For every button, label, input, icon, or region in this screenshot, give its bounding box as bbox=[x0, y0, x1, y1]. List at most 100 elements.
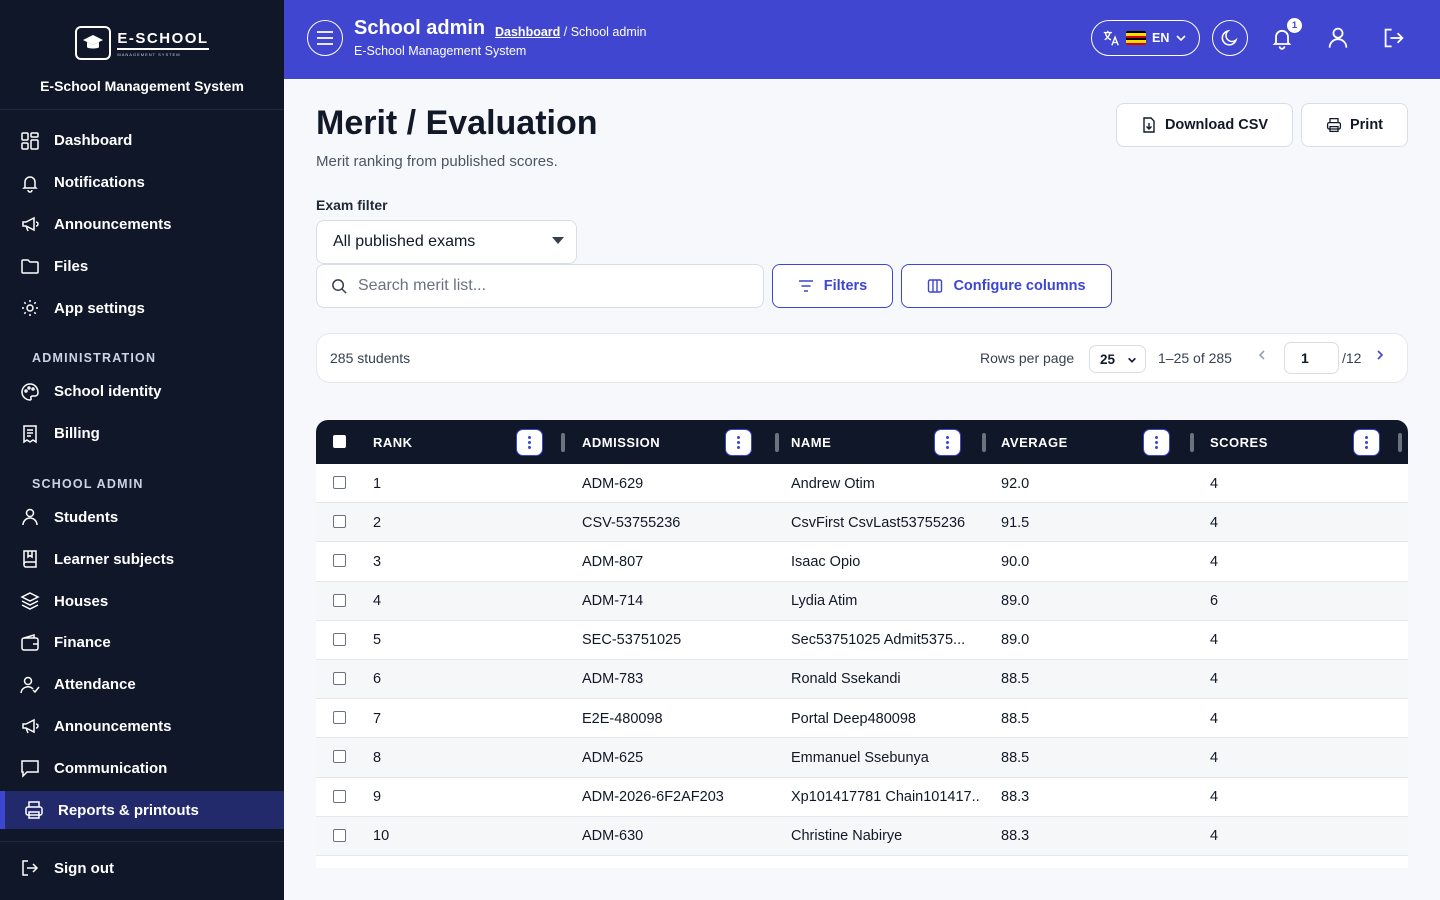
sidebar-item-label: Sign out bbox=[54, 859, 114, 877]
sidebar-item-attendance[interactable]: Attendance bbox=[0, 664, 284, 706]
cell-rank: 3 bbox=[373, 553, 382, 570]
column-header-scores[interactable]: SCORES bbox=[1210, 420, 1268, 464]
row-checkbox[interactable] bbox=[333, 711, 346, 725]
row-checkbox[interactable] bbox=[333, 671, 346, 685]
layers-icon bbox=[20, 592, 40, 610]
table-row[interactable]: 5 SEC-53751025 Sec53751025 Admit5375... 89.… bbox=[316, 621, 1408, 660]
logout-button[interactable] bbox=[1380, 24, 1408, 52]
print-button[interactable]: Print bbox=[1301, 103, 1408, 147]
moon-icon bbox=[1221, 29, 1238, 46]
column-menu-button[interactable] bbox=[1353, 429, 1380, 456]
column-menu-button[interactable] bbox=[1143, 429, 1170, 456]
row-checkbox[interactable] bbox=[333, 789, 346, 803]
menu-toggle-button[interactable] bbox=[307, 20, 343, 56]
cell-scores: 4 bbox=[1210, 710, 1219, 727]
table-row[interactable]: 10 ADM-630 Christine Nabirye 88.3 4 bbox=[316, 816, 1408, 856]
hamburger-icon bbox=[317, 31, 333, 45]
sidebar-item-app-settings[interactable]: App settings bbox=[0, 287, 284, 329]
search-input[interactable] bbox=[358, 277, 738, 295]
table-row[interactable]: 6 ADM-783 Ronald Ssekandi 88.5 4 bbox=[316, 659, 1408, 700]
system-name: E-School Management System bbox=[40, 78, 244, 94]
sidebar-item-label: Notifications bbox=[54, 174, 145, 192]
table-row[interactable]: 8 ADM-625 Emmanuel Ssebunya 88.5 4 bbox=[316, 738, 1408, 778]
column-resize-handle[interactable] bbox=[561, 433, 565, 452]
table-row[interactable]: 7 E2E-480098 Portal Deep480098 88.5 4 bbox=[316, 699, 1408, 739]
cell-scores: 4 bbox=[1210, 514, 1219, 531]
cell-admission: CSV-53755236 bbox=[582, 514, 681, 531]
sidebar-item-finance[interactable]: Finance bbox=[0, 622, 284, 664]
sidebar-item-announcements-school[interactable]: Announcements bbox=[0, 706, 284, 748]
notification-count-badge: 1 bbox=[1287, 18, 1302, 33]
breadcrumb: Dashboard / School admin bbox=[495, 25, 646, 39]
row-checkbox[interactable] bbox=[333, 476, 346, 489]
app-logo[interactable]: E-SCHOOL MANAGEMENT SYSTEM bbox=[75, 26, 209, 60]
uganda-flag-icon bbox=[1126, 31, 1146, 45]
column-header-name[interactable]: NAME bbox=[791, 420, 831, 464]
bell-icon bbox=[22, 176, 38, 193]
select-all-checkbox[interactable] bbox=[333, 435, 346, 448]
sidebar-item-learner-subjects[interactable]: Learner subjects bbox=[0, 538, 284, 580]
table-row[interactable]: 4 ADM-714 Lydia Atim 89.0 6 bbox=[316, 581, 1408, 621]
sidebar-item-houses[interactable]: Houses bbox=[0, 580, 284, 622]
sidebar-item-label: Announcements bbox=[54, 215, 172, 233]
cell-average: 88.5 bbox=[1001, 710, 1030, 727]
sidebar-item-communication[interactable]: Communication bbox=[0, 747, 284, 789]
graduation-cap-icon bbox=[75, 26, 112, 60]
exam-filter-select[interactable]: All published exams bbox=[316, 220, 577, 264]
column-header-admission[interactable]: ADMISSION bbox=[582, 420, 660, 464]
column-resize-handle[interactable] bbox=[775, 433, 779, 452]
column-resize-handle[interactable] bbox=[1398, 433, 1402, 452]
theme-toggle-button[interactable] bbox=[1212, 20, 1248, 56]
row-checkbox[interactable] bbox=[333, 593, 346, 607]
sidebar-item-school-identity[interactable]: School identity bbox=[0, 371, 284, 413]
sidebar-item-label: Dashboard bbox=[54, 132, 133, 150]
row-checkbox[interactable] bbox=[333, 750, 346, 764]
column-header-rank[interactable]: RANK bbox=[373, 420, 413, 464]
sidebar-item-dashboard[interactable]: Dashboard bbox=[0, 120, 284, 162]
breadcrumb-link-dashboard[interactable]: Dashboard bbox=[495, 25, 560, 39]
sidebar-item-reports-printouts[interactable]: Reports & printouts bbox=[0, 791, 284, 830]
sidebar-item-announcements[interactable]: Announcements bbox=[0, 204, 284, 246]
table-row[interactable]: 2 CSV-53755236 CsvFirst CsvLast53755236 91.… bbox=[316, 503, 1408, 543]
caret-down-icon bbox=[552, 237, 564, 244]
row-checkbox[interactable] bbox=[333, 515, 346, 529]
configure-columns-button[interactable]: Configure columns bbox=[901, 264, 1112, 308]
configure-columns-label: Configure columns bbox=[953, 278, 1086, 294]
rows-per-page-select[interactable]: 25 bbox=[1089, 345, 1146, 373]
search-field[interactable] bbox=[316, 264, 764, 308]
table-row[interactable]: 9 ADM-2026-6F2AF203 Xp101417781 Chain10141… bbox=[316, 778, 1408, 817]
next-page-button[interactable] bbox=[1375, 348, 1385, 364]
column-menu-button[interactable] bbox=[934, 429, 961, 456]
chat-icon bbox=[21, 760, 39, 779]
notifications-button[interactable]: 1 bbox=[1268, 18, 1302, 52]
sidebar-item-students[interactable]: Students bbox=[0, 497, 284, 539]
palette-icon bbox=[21, 383, 39, 401]
column-resize-handle[interactable] bbox=[982, 433, 986, 452]
column-header-average[interactable]: AVERAGE bbox=[1001, 420, 1068, 464]
language-selector[interactable]: EN bbox=[1091, 20, 1200, 56]
page-number-input[interactable]: 1 bbox=[1284, 342, 1339, 374]
printer-icon bbox=[25, 801, 43, 819]
filters-button[interactable]: Filters bbox=[772, 264, 893, 308]
sidebar-item-billing[interactable]: Billing bbox=[0, 413, 284, 455]
table-row[interactable]: 3 ADM-807 Isaac Opio 90.0 4 bbox=[316, 542, 1408, 582]
row-checkbox[interactable] bbox=[333, 828, 346, 842]
sidebar-item-sign-out[interactable]: Sign out bbox=[0, 842, 284, 894]
column-resize-handle[interactable] bbox=[1190, 433, 1194, 452]
print-label: Print bbox=[1349, 117, 1384, 133]
dashboard-icon bbox=[21, 132, 39, 150]
sidebar-item-notifications[interactable]: Notifications bbox=[0, 162, 284, 204]
download-csv-button[interactable]: Download CSV bbox=[1116, 103, 1293, 147]
sidebar-item-label: Students bbox=[54, 508, 119, 526]
table-row[interactable]: 1 ADM-629 Andrew Otim 92.0 4 bbox=[316, 464, 1408, 504]
row-checkbox[interactable] bbox=[333, 632, 346, 646]
column-menu-button[interactable] bbox=[725, 429, 752, 456]
sidebar-item-label: App settings bbox=[54, 299, 145, 317]
total-pages: /12 bbox=[1342, 350, 1362, 366]
previous-page-button[interactable] bbox=[1257, 348, 1267, 364]
column-menu-button[interactable] bbox=[516, 429, 543, 456]
row-checkbox[interactable] bbox=[333, 554, 346, 568]
cell-average: 88.5 bbox=[1001, 671, 1030, 688]
profile-button[interactable] bbox=[1324, 24, 1352, 52]
sidebar-item-files[interactable]: Files bbox=[0, 245, 284, 287]
